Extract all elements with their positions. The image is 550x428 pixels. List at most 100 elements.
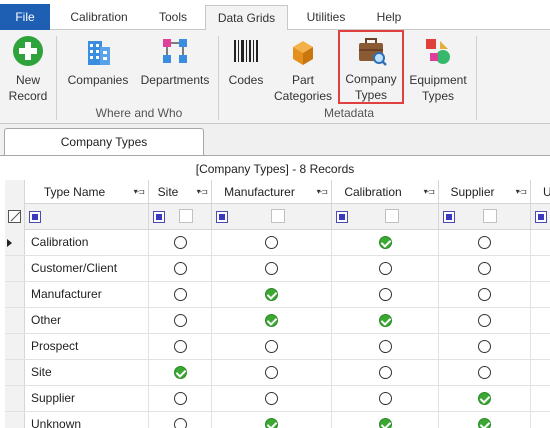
- cell-site[interactable]: [149, 360, 212, 386]
- cell-site[interactable]: [149, 386, 212, 412]
- filter-cell-supplier[interactable]: [439, 204, 531, 230]
- cell-type-name[interactable]: Site: [25, 360, 149, 386]
- checked-icon[interactable]: [379, 236, 392, 249]
- cell-manufacturer[interactable]: [212, 386, 332, 412]
- unchecked-icon[interactable]: [174, 392, 187, 405]
- filter-clear-icon[interactable]: [8, 210, 21, 223]
- filter-checkbox[interactable]: [483, 209, 497, 223]
- equipment-types-button[interactable]: Equipment Types: [408, 32, 468, 104]
- menu-tab-calibration[interactable]: Calibration: [58, 5, 140, 30]
- unchecked-icon[interactable]: [174, 236, 187, 249]
- menu-tab-tools[interactable]: Tools: [148, 5, 198, 30]
- menu-tab-help[interactable]: Help: [364, 5, 414, 30]
- table-row[interactable]: Unknown: [5, 412, 550, 428]
- cell-calibration[interactable]: [332, 308, 439, 334]
- unchecked-icon[interactable]: [379, 262, 392, 275]
- column-header-supplier[interactable]: Supplier ▾-⊐: [439, 180, 531, 204]
- filter-operator-icon[interactable]: [153, 211, 165, 223]
- cell-site[interactable]: [149, 282, 212, 308]
- cell-manufacturer[interactable]: [212, 334, 332, 360]
- cell-type-name[interactable]: Unknown: [25, 412, 149, 428]
- cell-supplier[interactable]: [439, 282, 531, 308]
- companies-button[interactable]: Companies: [64, 32, 132, 88]
- sort-pin-icon[interactable]: ▾-⊐: [516, 180, 527, 204]
- table-row[interactable]: Customer/Client: [5, 256, 550, 282]
- cell-calibration[interactable]: [332, 256, 439, 282]
- unchecked-icon[interactable]: [478, 314, 491, 327]
- codes-button[interactable]: Codes: [224, 32, 268, 88]
- filter-checkbox[interactable]: [385, 209, 399, 223]
- cell-supplier[interactable]: [439, 360, 531, 386]
- unchecked-icon[interactable]: [265, 262, 278, 275]
- cell-site[interactable]: [149, 230, 212, 256]
- cell-type-name[interactable]: Calibration: [25, 230, 149, 256]
- cell-manufacturer[interactable]: [212, 230, 332, 256]
- checked-icon[interactable]: [265, 314, 278, 327]
- filter-operator-icon[interactable]: [29, 211, 41, 223]
- unchecked-icon[interactable]: [379, 392, 392, 405]
- table-row[interactable]: Site: [5, 360, 550, 386]
- filter-cell-site[interactable]: [149, 204, 212, 230]
- sort-pin-icon[interactable]: ▾-⊐: [134, 180, 145, 204]
- sort-pin-icon[interactable]: ▾-⊐: [424, 180, 435, 204]
- unchecked-icon[interactable]: [379, 288, 392, 301]
- cell-supplier[interactable]: [439, 334, 531, 360]
- column-header-manufacturer[interactable]: Manufacturer ▾-⊐: [212, 180, 332, 204]
- unchecked-icon[interactable]: [379, 366, 392, 379]
- column-header-calibration[interactable]: Calibration ▾-⊐: [332, 180, 439, 204]
- filter-cell-type-name[interactable]: [25, 204, 149, 230]
- checked-icon[interactable]: [379, 418, 392, 428]
- cell-manufacturer[interactable]: [212, 360, 332, 386]
- cell-type-name[interactable]: Prospect: [25, 334, 149, 360]
- table-row[interactable]: Supplier: [5, 386, 550, 412]
- cell-site[interactable]: [149, 308, 212, 334]
- filter-cell-manufacturer[interactable]: [212, 204, 332, 230]
- sort-pin-icon[interactable]: ▾-⊐: [317, 180, 328, 204]
- menu-tab-file[interactable]: File: [0, 4, 50, 30]
- checked-icon[interactable]: [265, 288, 278, 301]
- cell-calibration[interactable]: [332, 360, 439, 386]
- part-categories-button[interactable]: Part Categories: [272, 32, 334, 104]
- departments-button[interactable]: Departments: [138, 32, 212, 88]
- unchecked-icon[interactable]: [174, 262, 187, 275]
- filter-cell-calibration[interactable]: [332, 204, 439, 230]
- unchecked-icon[interactable]: [265, 392, 278, 405]
- cell-type-name[interactable]: Supplier: [25, 386, 149, 412]
- cell-calibration[interactable]: [332, 282, 439, 308]
- column-header-type-name[interactable]: Type Name ▾-⊐: [25, 180, 149, 204]
- checked-icon[interactable]: [174, 366, 187, 379]
- filter-operator-icon[interactable]: [535, 211, 547, 223]
- cell-supplier[interactable]: [439, 230, 531, 256]
- unchecked-icon[interactable]: [174, 340, 187, 353]
- unchecked-icon[interactable]: [478, 262, 491, 275]
- menu-tab-utilities[interactable]: Utilities: [295, 5, 357, 30]
- column-header-u[interactable]: U: [531, 180, 550, 204]
- checked-icon[interactable]: [478, 392, 491, 405]
- cell-manufacturer[interactable]: [212, 282, 332, 308]
- unchecked-icon[interactable]: [478, 288, 491, 301]
- filter-operator-icon[interactable]: [336, 211, 348, 223]
- unchecked-icon[interactable]: [174, 418, 187, 428]
- column-header-site[interactable]: Site ▾-⊐: [149, 180, 212, 204]
- menu-tab-data-grids[interactable]: Data Grids: [205, 5, 288, 31]
- cell-site[interactable]: [149, 412, 212, 428]
- cell-supplier[interactable]: [439, 412, 531, 428]
- cell-manufacturer[interactable]: [212, 308, 332, 334]
- unchecked-icon[interactable]: [478, 340, 491, 353]
- unchecked-icon[interactable]: [478, 366, 491, 379]
- filter-operator-icon[interactable]: [216, 211, 228, 223]
- filter-operator-icon[interactable]: [443, 211, 455, 223]
- unchecked-icon[interactable]: [265, 366, 278, 379]
- unchecked-icon[interactable]: [265, 340, 278, 353]
- table-row[interactable]: Prospect: [5, 334, 550, 360]
- cell-site[interactable]: [149, 256, 212, 282]
- cell-calibration[interactable]: [332, 334, 439, 360]
- table-row[interactable]: Manufacturer: [5, 282, 550, 308]
- table-row[interactable]: Calibration: [5, 230, 550, 256]
- cell-calibration[interactable]: [332, 230, 439, 256]
- cell-supplier[interactable]: [439, 386, 531, 412]
- unchecked-icon[interactable]: [174, 314, 187, 327]
- unchecked-icon[interactable]: [265, 236, 278, 249]
- sort-pin-icon[interactable]: ▾-⊐: [197, 180, 208, 204]
- cell-manufacturer[interactable]: [212, 412, 332, 428]
